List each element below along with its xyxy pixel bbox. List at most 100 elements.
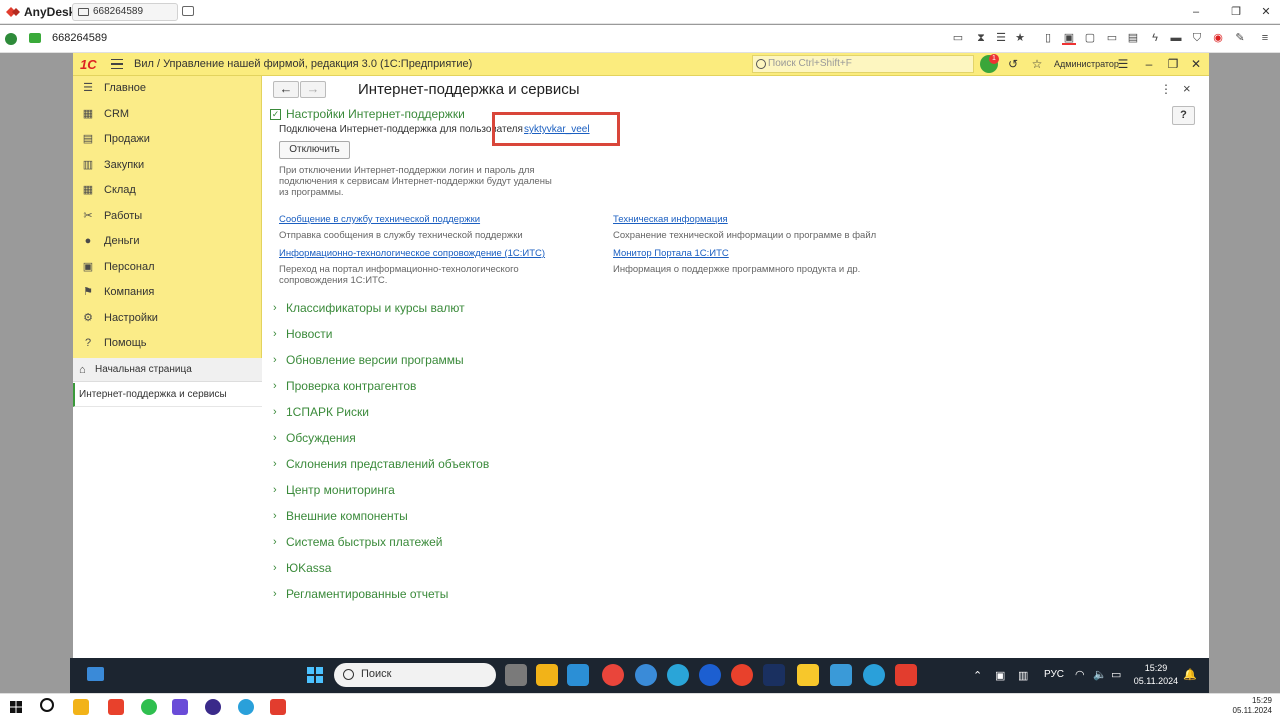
settings-group[interactable]: › Новости bbox=[273, 327, 673, 345]
screen-icon[interactable]: ▢ bbox=[1083, 31, 1097, 45]
sidebar-item-3[interactable]: ▥ Закупки bbox=[73, 153, 262, 178]
wifi-icon[interactable]: ◠ bbox=[1075, 668, 1085, 681]
yandex-icon[interactable] bbox=[731, 664, 753, 686]
sidebar-item-0[interactable]: ☰ Главное bbox=[73, 76, 262, 101]
support-message-link[interactable]: Сообщение в службу технической поддержки bbox=[279, 214, 480, 225]
remote-clock-date[interactable]: 05.11.2024 bbox=[1131, 676, 1181, 686]
settings-group[interactable]: › Центр мониторинга bbox=[273, 483, 673, 501]
maximize-icon[interactable]: ❐ bbox=[1166, 57, 1180, 71]
1c-taskbar-icon[interactable] bbox=[797, 664, 819, 686]
sidebar-item-9[interactable]: ⚙ Настройки bbox=[73, 306, 262, 331]
message-icon[interactable]: ▤ bbox=[1126, 31, 1140, 45]
remote-clock-time[interactable]: 15:29 bbox=[1136, 663, 1176, 673]
close-icon[interactable]: ✕ bbox=[1256, 3, 1276, 21]
history-icon[interactable]: ↺ bbox=[1006, 57, 1020, 71]
sidebar-item-8[interactable]: ⚑ Компания bbox=[73, 280, 262, 305]
shield-icon[interactable]: ⛉ bbox=[1190, 31, 1204, 45]
current-user[interactable]: Администратор bbox=[1054, 59, 1119, 69]
settings-menu-icon[interactable]: ☰ bbox=[1116, 57, 1130, 71]
database-icon[interactable]: ☰ bbox=[994, 31, 1008, 45]
favorites-icon[interactable]: ☆ bbox=[1030, 57, 1044, 71]
pen-icon[interactable]: ✎ bbox=[1233, 31, 1247, 45]
monitor-mode-icon[interactable]: ▭ bbox=[1105, 31, 1119, 45]
maximize-icon[interactable]: ❐ bbox=[1226, 3, 1246, 21]
tray-chevron-icon[interactable]: ⌃ bbox=[973, 669, 982, 682]
hourglass-icon[interactable]: ⧗ bbox=[974, 31, 988, 45]
taskbar-search-input[interactable]: Поиск bbox=[334, 663, 496, 687]
settings-group[interactable]: › Система быстрых платежей bbox=[273, 535, 673, 553]
anydesk-taskbar-icon[interactable] bbox=[270, 699, 286, 715]
settings-group[interactable]: › Внешние компоненты bbox=[273, 509, 673, 527]
chrome-icon[interactable] bbox=[602, 664, 624, 686]
task-view-icon[interactable] bbox=[505, 664, 527, 686]
more-actions-icon[interactable]: ⋮ bbox=[1160, 82, 1172, 96]
settings-group[interactable]: › ЮKassa bbox=[273, 561, 673, 579]
chat-icon[interactable]: ▭ bbox=[951, 31, 965, 45]
record-icon[interactable]: ◉ bbox=[1211, 31, 1225, 45]
yandex-icon[interactable] bbox=[108, 699, 124, 715]
search-icon[interactable] bbox=[40, 698, 54, 712]
disable-button[interactable]: Отключить bbox=[279, 141, 350, 159]
settings-group[interactable]: › Классификаторы и курсы валют bbox=[273, 301, 673, 319]
file-transfer-icon[interactable]: ▯ bbox=[1041, 31, 1055, 45]
current-window-item[interactable]: Интернет-поддержка и сервисы bbox=[73, 383, 262, 407]
local-clock-date[interactable]: 05.11.2024 bbox=[1232, 706, 1272, 715]
search-input[interactable]: Поиск Ctrl+Shift+F bbox=[752, 55, 974, 73]
paint-icon[interactable] bbox=[830, 664, 852, 686]
settings-group[interactable]: › Склонения представлений объектов bbox=[273, 457, 673, 475]
close-icon[interactable]: ✕ bbox=[1189, 57, 1203, 71]
minimize-icon[interactable]: – bbox=[1142, 57, 1156, 71]
close-form-icon[interactable]: × bbox=[1183, 81, 1191, 96]
star-icon[interactable]: ★ bbox=[1013, 31, 1027, 45]
section-collapse-icon[interactable]: ✓ bbox=[270, 109, 281, 120]
menu-icon[interactable]: ≡ bbox=[1258, 31, 1272, 45]
action-icon[interactable]: ϟ bbox=[1148, 31, 1162, 45]
settings-group[interactable]: › Обсуждения bbox=[273, 431, 673, 449]
whatsapp-icon[interactable] bbox=[141, 699, 157, 715]
portal-monitor-link[interactable]: Монитор Портала 1С:ИТС bbox=[613, 248, 729, 259]
language-indicator[interactable]: РУС bbox=[1044, 669, 1064, 680]
back-button[interactable]: ← bbox=[273, 81, 299, 98]
chrome-alt-icon[interactable] bbox=[635, 664, 657, 686]
file-explorer-icon[interactable] bbox=[73, 699, 89, 715]
volume-icon[interactable]: 🔈 bbox=[1093, 668, 1107, 681]
sidebar-item-7[interactable]: ▣ Персонал bbox=[73, 255, 262, 280]
tray-signal-icon[interactable]: ▥ bbox=[1018, 669, 1028, 682]
file-explorer-icon[interactable] bbox=[536, 664, 558, 686]
section-title[interactable]: Настройки Интернет-поддержки bbox=[286, 107, 465, 121]
notification-bell-icon[interactable]: 🔔 bbox=[1183, 668, 1197, 681]
display-icon[interactable]: ▣ bbox=[1062, 31, 1076, 45]
app-circle-icon[interactable] bbox=[205, 699, 221, 715]
settings-group[interactable]: › Регламентированные отчеты bbox=[273, 587, 673, 605]
store-icon[interactable] bbox=[567, 664, 589, 686]
sidebar-item-10[interactable]: ? Помощь bbox=[73, 331, 262, 356]
sidebar-item-6[interactable]: ● Деньги bbox=[73, 229, 262, 254]
tray-app-icon[interactable]: ▣ bbox=[995, 669, 1005, 682]
its-link[interactable]: Информационно-технологическое сопровожде… bbox=[279, 248, 545, 259]
edge-icon[interactable] bbox=[667, 664, 689, 686]
settings-group[interactable]: › Обновление версии программы bbox=[273, 353, 673, 371]
home-page-item[interactable]: ⌂ Начальная страница bbox=[73, 358, 262, 382]
main-menu-icon[interactable] bbox=[111, 59, 123, 69]
settings-group[interactable]: › 1СПАРК Риски bbox=[273, 405, 673, 423]
zoom-icon[interactable] bbox=[699, 664, 721, 686]
settings-group[interactable]: › Проверка контрагентов bbox=[273, 379, 673, 397]
battery-icon[interactable]: ▭ bbox=[1111, 668, 1121, 681]
local-clock-time[interactable]: 15:29 bbox=[1236, 696, 1272, 705]
new-session-icon[interactable] bbox=[182, 6, 194, 16]
windows-start-icon[interactable] bbox=[307, 667, 323, 683]
keyboard-icon[interactable]: ▬ bbox=[1169, 31, 1183, 45]
sidebar-item-1[interactable]: ▦ CRM bbox=[73, 102, 262, 127]
forward-button[interactable]: → bbox=[300, 81, 326, 98]
widgets-icon[interactable] bbox=[87, 667, 104, 681]
minimize-icon[interactable]: – bbox=[1186, 3, 1206, 21]
telegram-icon[interactable] bbox=[238, 699, 254, 715]
telegram-icon[interactable] bbox=[863, 664, 885, 686]
sidebar-item-2[interactable]: ▤ Продажи bbox=[73, 127, 262, 152]
help-button[interactable]: ? bbox=[1172, 106, 1195, 125]
app-icon[interactable] bbox=[172, 699, 188, 715]
anydesk-taskbar-icon[interactable] bbox=[895, 664, 917, 686]
app-icon[interactable] bbox=[763, 664, 785, 686]
session-tab[interactable]: 668264589 bbox=[72, 3, 178, 21]
tech-info-link[interactable]: Техническая информация bbox=[613, 214, 728, 225]
